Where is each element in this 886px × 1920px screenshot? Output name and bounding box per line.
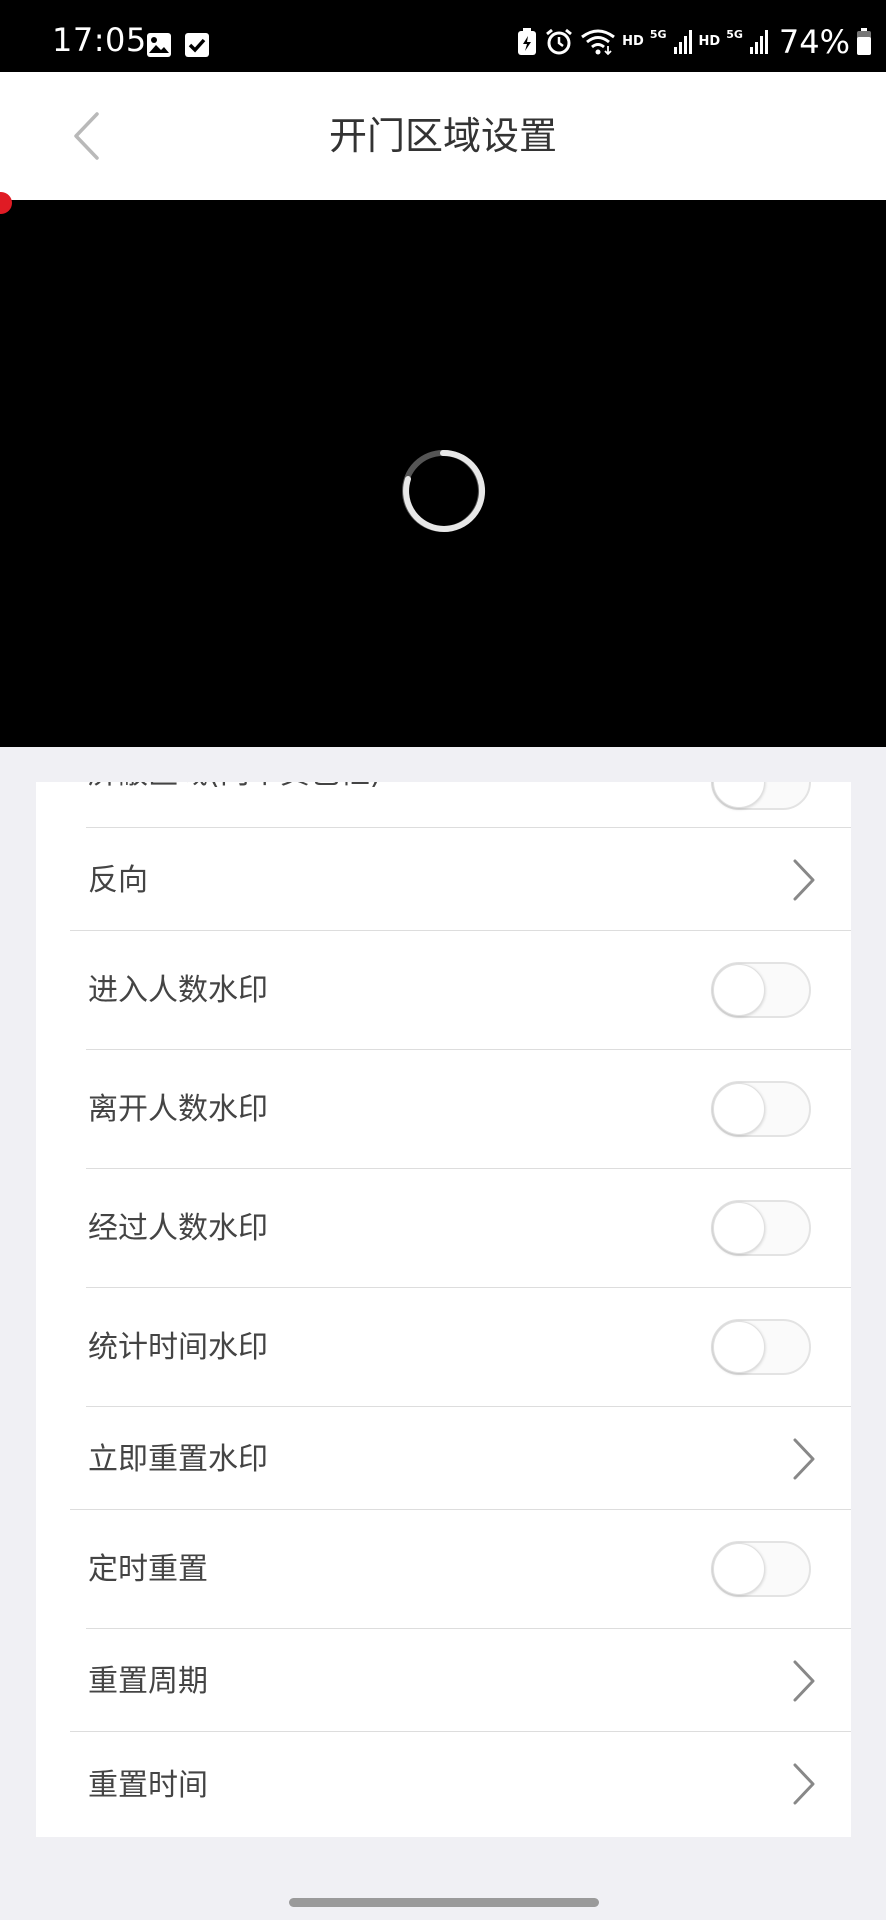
checkbox-notification-icon	[185, 33, 209, 57]
network-5g-label-2: 5G	[726, 28, 743, 41]
battery-icon	[857, 28, 871, 55]
toggle-knob	[713, 782, 765, 808]
status-bar: 17:05 HD 5G HD 5G 74%	[0, 0, 886, 72]
setting-row-mask-area[interactable]: 屏蔽区域(两个黄色框)	[86, 782, 851, 828]
setting-label: 经过人数水印	[88, 1211, 268, 1246]
status-system-icons: HD 5G HD 5G 74%	[516, 24, 872, 60]
setting-label: 屏蔽区域(两个黄色框)	[88, 782, 381, 792]
setting-label: 立即重置水印	[88, 1442, 268, 1477]
chevron-right-icon	[793, 859, 815, 901]
setting-row-stats-time-watermark[interactable]: 统计时间水印	[86, 1288, 851, 1407]
toggle-knob	[713, 1202, 765, 1254]
setting-row-enter-count-watermark[interactable]: 进入人数水印	[86, 931, 851, 1050]
leave-count-watermark-toggle[interactable]	[711, 1081, 811, 1137]
toggle-knob	[713, 964, 765, 1016]
network-hd-label-1: HD	[622, 34, 644, 49]
setting-label: 定时重置	[88, 1552, 208, 1587]
setting-row-reset-watermark-now[interactable]: 立即重置水印	[70, 1407, 851, 1510]
page-title: 开门区域设置	[328, 114, 557, 158]
signal-icon	[673, 30, 692, 54]
settings-list: 屏蔽区域(两个黄色框) 反向 进入人数水印 离开人数水印 经过人数水印 统计时间…	[36, 782, 851, 1837]
setting-label: 重置周期	[88, 1664, 208, 1699]
setting-row-reverse[interactable]: 反向	[70, 828, 851, 931]
network-hd-label-2: HD	[698, 34, 721, 49]
toggle-knob	[713, 1321, 765, 1373]
setting-label: 反向	[88, 863, 148, 898]
status-time: 17:05	[52, 21, 147, 59]
setting-row-pass-count-watermark[interactable]: 经过人数水印	[86, 1169, 851, 1288]
app-header: 开门区域设置	[0, 72, 886, 200]
setting-label: 进入人数水印	[88, 973, 268, 1008]
home-indicator[interactable]	[289, 1898, 599, 1907]
chevron-right-icon	[793, 1660, 815, 1702]
setting-label: 统计时间水印	[88, 1330, 268, 1365]
setting-row-leave-count-watermark[interactable]: 离开人数水印	[86, 1050, 851, 1169]
toggle-knob	[713, 1083, 765, 1135]
setting-label: 离开人数水印	[88, 1092, 268, 1127]
wifi-icon	[581, 29, 616, 56]
setting-row-scheduled-reset[interactable]: 定时重置	[86, 1510, 851, 1629]
enter-count-watermark-toggle[interactable]	[711, 962, 811, 1018]
setting-row-reset-time[interactable]: 重置时间	[36, 1732, 851, 1837]
alarm-icon	[546, 28, 573, 55]
mask-area-toggle[interactable]	[711, 782, 811, 810]
setting-label: 重置时间	[88, 1768, 208, 1803]
chevron-right-icon	[793, 1763, 815, 1805]
status-notification-icons	[146, 32, 210, 58]
battery-percentage: 74%	[778, 23, 850, 61]
toggle-knob	[713, 1543, 765, 1595]
stats-time-watermark-toggle[interactable]	[711, 1319, 811, 1375]
video-preview[interactable]	[0, 192, 886, 747]
network-5g-label-1: 5G	[649, 28, 667, 41]
signal-icon	[749, 30, 768, 54]
chevron-right-icon	[793, 1438, 815, 1480]
setting-row-reset-period[interactable]: 重置周期	[70, 1629, 851, 1732]
scheduled-reset-toggle[interactable]	[711, 1541, 811, 1597]
pass-count-watermark-toggle[interactable]	[711, 1200, 811, 1256]
battery-saver-icon	[518, 28, 537, 55]
loading-spinner-icon	[402, 449, 486, 532]
gallery-notification-icon	[147, 33, 171, 57]
